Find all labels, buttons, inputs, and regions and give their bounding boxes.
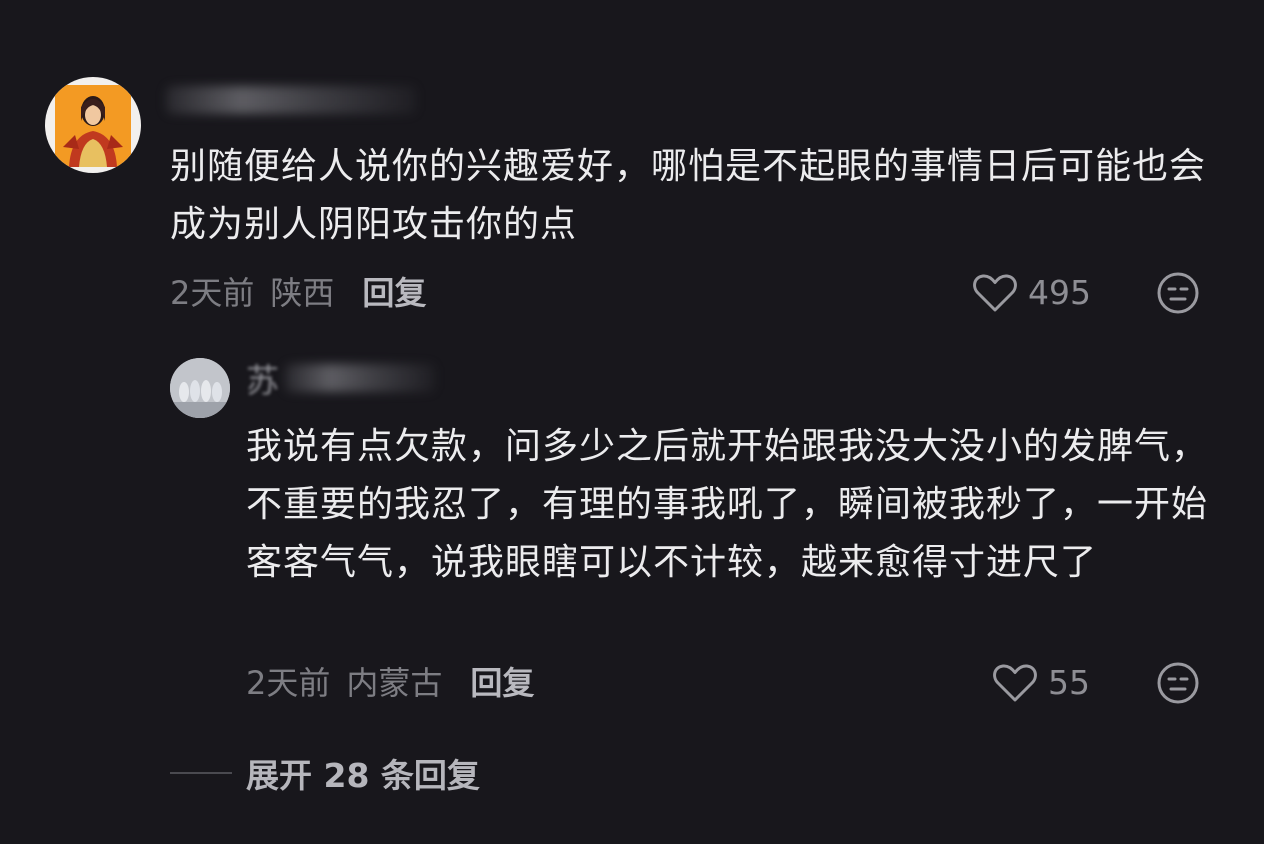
reply-meta: 2天前 内蒙古 回复	[246, 663, 550, 703]
reply-time: 2天前	[246, 664, 331, 702]
heart-outline-icon	[973, 274, 1017, 312]
avatar[interactable]	[45, 77, 141, 173]
username-blurred[interactable]	[166, 86, 416, 114]
comment-time: 2天前	[170, 274, 255, 312]
like-button[interactable]: 495	[972, 271, 1091, 315]
reply-avatar[interactable]	[170, 358, 230, 418]
reply-location: 内蒙古	[346, 664, 443, 702]
neutral-face-icon	[1157, 272, 1199, 314]
reply-avatar-image	[170, 358, 230, 418]
expand-divider	[170, 772, 232, 774]
comment-meta: 2天前 陕西 回复	[170, 273, 442, 313]
reply-username-blurred	[285, 364, 435, 392]
neutral-face-icon	[1157, 662, 1199, 704]
reply-text: 我说有点欠款，问多少之后就开始跟我没大没小的发脾气，不重要的我忍了，有理的事我吼…	[246, 426, 1209, 583]
heart-outline-icon	[993, 664, 1037, 702]
comment-location: 陕西	[270, 274, 335, 312]
reply-reply-button[interactable]: 回复	[470, 664, 534, 702]
reply-like-count: 55	[1048, 663, 1090, 702]
expand-replies-button[interactable]: 展开 28 条回复	[170, 750, 480, 796]
dislike-button[interactable]	[1155, 270, 1201, 316]
reply-dislike-button[interactable]	[1155, 660, 1201, 706]
reply-username-char: 苏	[246, 361, 279, 400]
expand-replies-label: 展开 28 条回复	[246, 756, 480, 795]
reply-like-button[interactable]: 55	[992, 661, 1090, 705]
comment-text: 别随便给人说你的兴趣爱好，哪怕是不起眼的事情日后可能也会成为别人阴阳攻击你的点	[170, 146, 1207, 245]
like-count: 495	[1028, 273, 1091, 312]
avatar-illustration	[55, 85, 131, 167]
reply-username[interactable]: 苏	[246, 356, 435, 400]
reply-button[interactable]: 回复	[362, 274, 426, 312]
